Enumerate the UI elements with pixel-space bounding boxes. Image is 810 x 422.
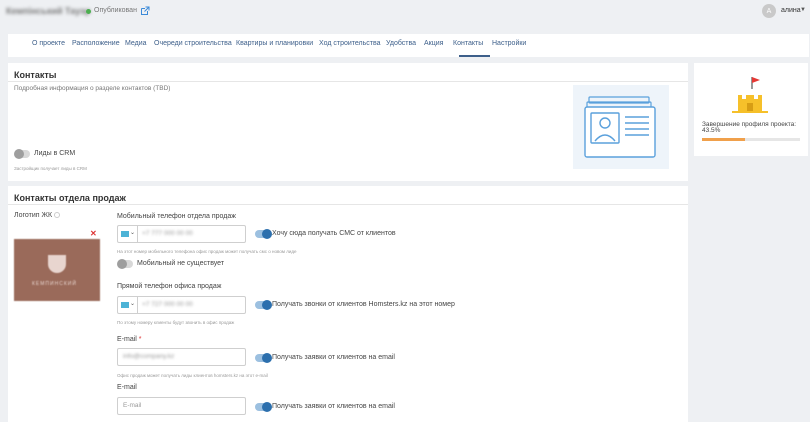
office-phone-label: Прямой телефон офиса продаж xyxy=(117,283,222,290)
tab-settings[interactable]: Настройки xyxy=(492,40,526,47)
tab-promo[interactable]: Акция xyxy=(424,40,443,47)
external-link-icon[interactable] xyxy=(140,6,150,16)
country-select[interactable]: ⌄ xyxy=(118,297,138,313)
tab-construction-queues[interactable]: Очереди строительства xyxy=(154,40,232,47)
sales-contacts-card: Контакты отдела продаж Логотип ЖК ✕ КЕМП… xyxy=(8,186,688,422)
office-hint: По этому номеру клиенты будут звонить в … xyxy=(117,320,235,325)
email-value: info@company.kz xyxy=(123,353,175,360)
sms-toggle[interactable] xyxy=(255,229,272,239)
completion-progress-fill xyxy=(702,138,745,141)
sms-toggle-label: Хочу сюда получать СМС от клиентов xyxy=(272,230,396,237)
contact-card-illustration xyxy=(573,85,669,169)
kz-flag-icon xyxy=(121,231,129,237)
country-select[interactable]: ⌄ xyxy=(118,226,138,242)
crm-hint: Застройщик получает лиды в CRM xyxy=(14,166,87,171)
calls-toggle[interactable] xyxy=(255,300,272,310)
chevron-down-icon[interactable]: ▼ xyxy=(800,7,806,13)
chevron-down-icon: ⌄ xyxy=(130,230,136,236)
email-input[interactable]: info@company.kz xyxy=(117,348,246,366)
mobile-phone-value: +7 777 000 00 00 xyxy=(142,230,193,237)
office-phone-input[interactable]: ⌄ +7 727 000 00 00 xyxy=(117,296,246,314)
email-label: E-mail * xyxy=(117,336,142,343)
email-leads-toggle[interactable] xyxy=(255,353,272,363)
status-text: Опубликован xyxy=(94,7,137,14)
divider xyxy=(8,204,688,205)
tab-construction-progress[interactable]: Ход строительства xyxy=(319,40,381,47)
info-icon[interactable] xyxy=(54,212,60,218)
contacts-title: Контакты xyxy=(14,70,57,80)
kz-flag-icon xyxy=(121,302,129,308)
sales-title: Контакты отдела продаж xyxy=(14,193,126,203)
email2-label: E-mail xyxy=(117,384,137,391)
top-header: Кемпінський Тауэр Опубликован A алина ▼ xyxy=(0,0,810,24)
mobile-phone-input[interactable]: ⌄ +7 777 000 00 00 xyxy=(117,225,246,243)
email2-leads-toggle[interactable] xyxy=(255,402,272,412)
chevron-down-icon: ⌄ xyxy=(130,301,136,307)
tab-amenities[interactable]: Удобства xyxy=(386,40,416,47)
castle-flag-icon xyxy=(732,77,768,113)
user-name[interactable]: алина xyxy=(781,7,801,14)
crm-leads-label: Лиды в CRM xyxy=(34,150,76,157)
project-logo-image: КЕМПИНСКИЙ xyxy=(14,239,100,301)
active-tab-indicator xyxy=(459,55,490,57)
completion-progress xyxy=(702,138,800,141)
contacts-card: Контакты Подробная информация о разделе … xyxy=(8,63,688,181)
office-phone-value: +7 727 000 00 00 xyxy=(142,301,193,308)
status-dot-icon xyxy=(86,9,91,14)
project-title: Кемпінський Тауэр xyxy=(6,6,91,16)
email2-leads-toggle-label: Получать заявки от клиентов на email xyxy=(272,403,395,410)
divider xyxy=(8,81,688,82)
mobile-phone-label: Мобильный телефон отдела продаж xyxy=(117,213,236,220)
logo-label: Логотип ЖК xyxy=(14,212,53,219)
user-avatar[interactable]: A xyxy=(762,4,776,18)
contacts-subtitle: Подробная информация о разделе контактов… xyxy=(14,85,171,92)
mobile-not-exist-toggle[interactable] xyxy=(117,259,133,269)
email2-input[interactable]: E-mail xyxy=(117,397,246,415)
tab-apartments[interactable]: Квартиры и планировки xyxy=(236,40,313,47)
email-hint: Офис продаж может получать лиды клиентов… xyxy=(117,373,268,378)
project-tabs: О проекте Расположение Медиа Очереди стр… xyxy=(8,34,809,57)
tab-location[interactable]: Расположение xyxy=(72,40,120,47)
logo-caption: КЕМПИНСКИЙ xyxy=(32,281,77,287)
tab-contacts[interactable]: Контакты xyxy=(453,40,483,47)
remove-logo-icon[interactable]: ✕ xyxy=(90,229,97,238)
profile-completion-card: Завершение профиля проекта: 43.5% xyxy=(694,63,808,156)
email2-placeholder: E-mail xyxy=(123,402,142,409)
tab-media[interactable]: Медиа xyxy=(125,40,147,47)
crm-leads-toggle[interactable] xyxy=(14,149,30,159)
mobile-not-exist-label: Мобильный не существует xyxy=(137,260,225,267)
completion-value: 43.5% xyxy=(702,127,721,134)
tab-about[interactable]: О проекте xyxy=(32,40,65,47)
email-leads-toggle-label: Получать заявки от клиентов на email xyxy=(272,354,395,361)
mobile-hint: На этот номер мобильного телефона офис п… xyxy=(117,249,297,254)
calls-toggle-label: Получать звонки от клиентов Homsters.kz … xyxy=(272,301,455,308)
